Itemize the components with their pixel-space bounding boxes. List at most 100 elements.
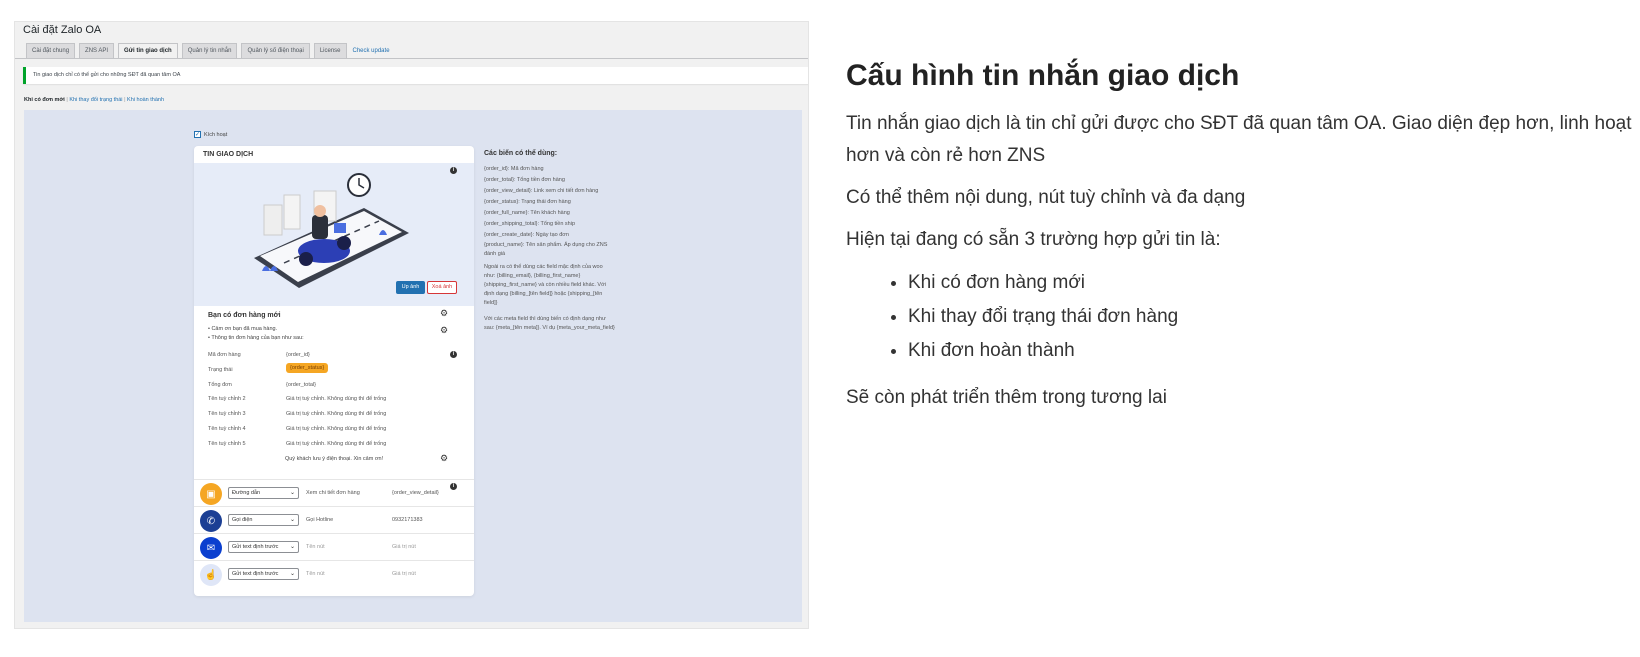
button-value[interactable]: Giá trị nút bbox=[392, 544, 416, 550]
row-value[interactable]: {order_total} bbox=[286, 382, 316, 388]
button-text[interactable]: Xem chi tiết đơn hàng bbox=[306, 490, 360, 496]
message-card: TIN GIAO DỊCH i Up ảnh Xoá ảnh Bạn có đơ… bbox=[194, 146, 474, 596]
variable-item: {order_shipping_total}: Tổng tiền ship bbox=[484, 221, 576, 227]
info-icon[interactable]: i bbox=[450, 351, 457, 358]
subnav-active[interactable]: Khi có đơn mới bbox=[24, 97, 65, 103]
tab-general[interactable]: Cài đặt chung bbox=[26, 43, 76, 59]
gear-icon[interactable]: ⚙ bbox=[440, 309, 448, 318]
button-row: ▣ Đường dẫn ⌄ Xem chi tiết đơn hàng {orde… bbox=[194, 479, 474, 506]
settings-screenshot: Cài đặt Zalo OA Cài đặt chung ZNS API Gử… bbox=[14, 21, 809, 629]
row-label[interactable]: Tên tuỳ chỉnh 4 bbox=[208, 426, 246, 432]
row-value[interactable]: {order_id} bbox=[286, 352, 310, 358]
variables-note-2: Với các meta field thì dùng biến có định… bbox=[484, 315, 634, 333]
button-row: ✉ Gửi text định trước ⌄ Tên nút Giá trị n… bbox=[194, 533, 474, 560]
variable-item: {order_full_name}: Tên khách hàng bbox=[484, 210, 570, 216]
enable-checkbox[interactable]: ✓ bbox=[194, 131, 201, 138]
footer-note[interactable]: Quý khách lưu ý điện thoại. Xin cảm ơn! bbox=[194, 456, 474, 462]
row-label[interactable]: Tên tuỳ chỉnh 5 bbox=[208, 441, 246, 447]
variables-note-1: Ngoài ra có thể dùng các field mặc định … bbox=[484, 263, 634, 308]
subnav-status-change[interactable]: Khi thay đổi trạng thái bbox=[69, 97, 122, 103]
chevron-down-icon: ⌄ bbox=[289, 517, 295, 523]
intro-line-2[interactable]: • Thông tin đơn hàng của bạn như sau: bbox=[208, 335, 304, 341]
row-value[interactable]: Giá trị tuỳ chỉnh. Không dùng thì để trố… bbox=[286, 411, 386, 417]
article-paragraph: Tin nhắn giao dịch là tin chỉ gửi được c… bbox=[846, 113, 1632, 166]
tab-license[interactable]: License bbox=[313, 43, 347, 59]
enable-label: Kích hoạt bbox=[204, 131, 228, 138]
info-icon[interactable]: i bbox=[450, 483, 457, 490]
article-paragraph: Hiện tại đang có sẵn 3 trường hợp gửi ti… bbox=[846, 229, 1221, 250]
shop-icon: ▣ bbox=[200, 483, 222, 505]
note-line: Với các meta field thì dùng biến có định… bbox=[484, 316, 606, 322]
button-row: ☝ Gửi text định trước ⌄ Tên nút Giá trị n… bbox=[194, 560, 474, 587]
case-list: Khi có đơn hàng mới Khi thay đổi trạng t… bbox=[908, 266, 1640, 368]
button-row: ✆ Gọi điện ⌄ Gọi Hotline 0932171383 bbox=[194, 506, 474, 533]
list-item: Khi thay đổi trạng thái đơn hàng bbox=[908, 300, 1640, 334]
variable-item: {product_name}: Tên sản phẩm. Áp dụng ch… bbox=[484, 242, 608, 248]
button-value[interactable]: 0932171383 bbox=[392, 517, 423, 523]
phone-icon: ✆ bbox=[200, 510, 222, 532]
banner-image: i Up ảnh Xoá ảnh bbox=[194, 163, 474, 306]
upload-image-button[interactable]: Up ảnh bbox=[396, 281, 425, 294]
list-item: Khi đơn hoàn thành bbox=[908, 334, 1640, 368]
chevron-down-icon: ⌄ bbox=[289, 544, 295, 550]
row-value[interactable]: Giá trị tuỳ chỉnh. Không dùng thì để trố… bbox=[286, 441, 386, 447]
tab-zns-api[interactable]: ZNS API bbox=[79, 43, 115, 59]
note-line: như: {billing_email}, {billing_first_nam… bbox=[484, 273, 581, 279]
variable-item: đánh giá bbox=[484, 251, 506, 257]
button-type-value: Gửi text định trước bbox=[232, 544, 279, 550]
tab-transaction[interactable]: Gửi tin giao dịch bbox=[118, 43, 178, 59]
check-update-link[interactable]: Check update bbox=[351, 44, 392, 59]
variable-item: {order_total}: Tổng tiền đơn hàng bbox=[484, 177, 565, 183]
variables-title: Các biến có thể dùng: bbox=[484, 150, 558, 157]
article-paragraph: Sẽ còn phát triển thêm trong tương lai bbox=[846, 387, 1167, 408]
button-text[interactable]: Tên nút bbox=[306, 544, 325, 550]
info-icon[interactable]: i bbox=[450, 167, 457, 174]
button-type-select[interactable]: Gọi điện ⌄ bbox=[228, 514, 299, 526]
variables-panel: Các biến có thể dùng: {order_id}: Mã đơn… bbox=[484, 148, 634, 333]
row-label[interactable]: Tên tuỳ chỉnh 2 bbox=[208, 396, 246, 402]
chevron-down-icon: ⌄ bbox=[289, 571, 295, 577]
editor-canvas: ✓ Kích hoạt TIN GIAO DỊCH i Up ảnh Xoá ả… bbox=[24, 110, 802, 622]
row-label[interactable]: Mã đơn hàng bbox=[208, 352, 241, 358]
row-value[interactable]: Giá trị tuỳ chỉnh. Không dùng thì để trố… bbox=[286, 426, 386, 432]
gear-icon[interactable]: ⚙ bbox=[440, 454, 448, 463]
subnav-separator: | bbox=[124, 97, 126, 103]
card-header: TIN GIAO DỊCH bbox=[203, 151, 254, 158]
tab-bar: Cài đặt chung ZNS API Gửi tin giao dịch … bbox=[26, 43, 392, 59]
row-label[interactable]: Trạng thái bbox=[208, 367, 233, 373]
button-type-value: Đường dẫn bbox=[232, 490, 261, 496]
tab-phone-numbers[interactable]: Quản lý số điện thoại bbox=[241, 43, 310, 59]
gear-icon[interactable]: ⚙ bbox=[440, 326, 448, 335]
row-label[interactable]: Tổng đơn bbox=[208, 382, 232, 388]
row-value[interactable]: Giá trị tuỳ chỉnh. Không dùng thì để trố… bbox=[286, 396, 386, 402]
row-label[interactable]: Tên tuỳ chỉnh 3 bbox=[208, 411, 246, 417]
variable-item: {order_status}: Trạng thái đơn hàng bbox=[484, 199, 571, 205]
variable-item: {order_create_date}: Ngày tạo đơn bbox=[484, 232, 569, 238]
button-text[interactable]: Tên nút bbox=[306, 571, 325, 577]
intro-line-1[interactable]: • Cảm ơn bạn đã mua hàng. bbox=[208, 326, 277, 332]
button-type-select[interactable]: Đường dẫn ⌄ bbox=[228, 487, 299, 499]
button-value[interactable]: Giá trị nút bbox=[392, 571, 416, 577]
note-line: định dạng {billing_[tên field]} hoặc {sh… bbox=[484, 291, 603, 297]
subnav-separator: | bbox=[66, 97, 68, 103]
feature-description: Cấu hình tin nhắn giao dịch Tin nhắn gia… bbox=[846, 58, 1640, 424]
button-type-select[interactable]: Gửi text định trước ⌄ bbox=[228, 568, 299, 580]
note-line: field]} bbox=[484, 300, 498, 306]
button-type-select[interactable]: Gửi text định trước ⌄ bbox=[228, 541, 299, 553]
chat-icon: ✉ bbox=[200, 537, 222, 559]
button-text[interactable]: Gọi Hotline bbox=[306, 517, 333, 523]
button-type-value: Gửi text định trước bbox=[232, 571, 279, 577]
chevron-down-icon: ⌄ bbox=[289, 490, 295, 496]
delete-image-button[interactable]: Xoá ảnh bbox=[427, 281, 457, 294]
message-title[interactable]: Bạn có đơn hàng mới bbox=[208, 312, 281, 319]
list-item: Khi có đơn hàng mới bbox=[908, 266, 1640, 300]
enable-checkbox-row[interactable]: ✓ Kích hoạt bbox=[194, 131, 227, 138]
variable-item: {order_id}: Mã đơn hàng bbox=[484, 166, 544, 172]
note-line: sau: {meta_[tên meta]}. Ví dụ {meta_your… bbox=[484, 325, 615, 331]
hand-pointer-icon: ☝ bbox=[200, 564, 222, 586]
button-value[interactable]: {order_view_detail} bbox=[392, 490, 439, 496]
subnav-completed[interactable]: Khi hoàn thành bbox=[127, 97, 164, 103]
article-paragraph: Có thể thêm nội dung, nút tuỳ chỉnh và đ… bbox=[846, 187, 1246, 208]
tab-messages[interactable]: Quản lý tin nhắn bbox=[181, 43, 238, 59]
status-badge[interactable]: {order_status} bbox=[286, 363, 329, 373]
